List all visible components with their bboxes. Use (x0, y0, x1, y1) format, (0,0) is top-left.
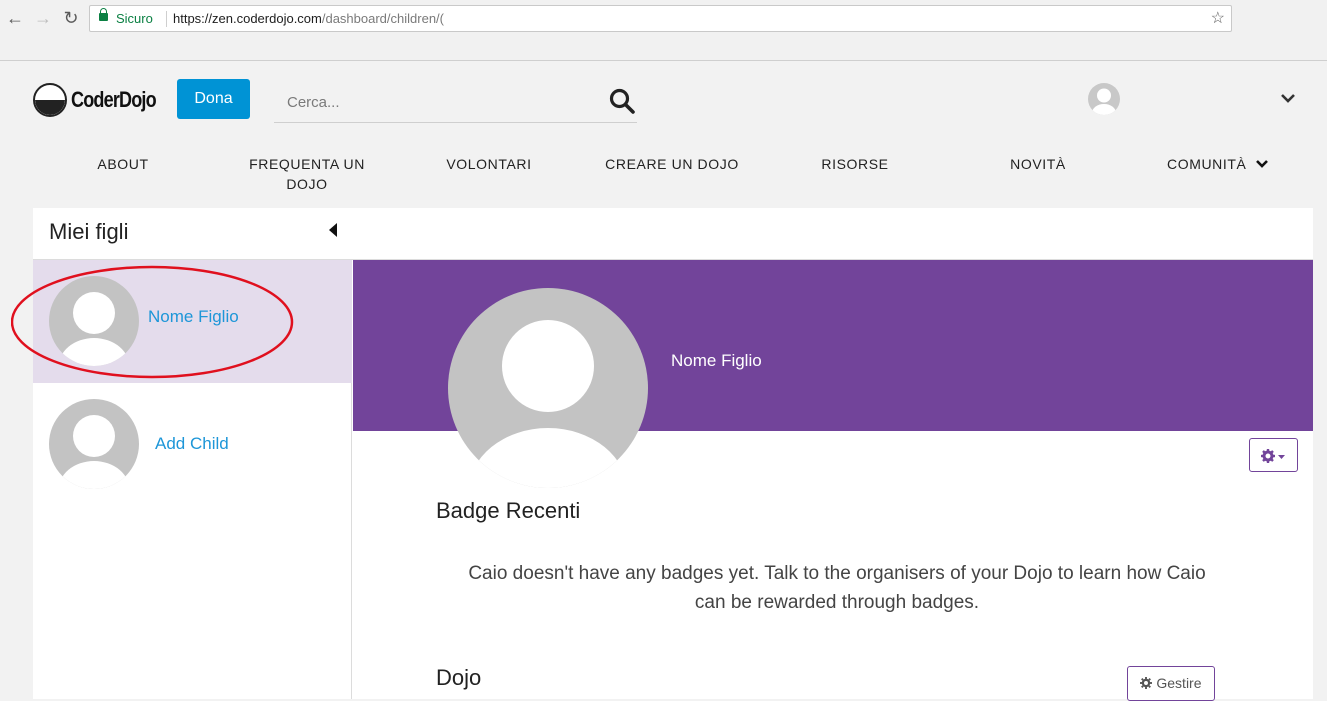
logo-text: CoderDojo (71, 87, 157, 112)
nav-item-frequenta[interactable]: FREQUENTA UN DOJO (245, 154, 369, 194)
children-sidebar: Nome Figlio Add Child (11, 260, 352, 699)
lock-icon (99, 8, 108, 21)
user-silhouette-icon (58, 415, 130, 489)
child-name-link[interactable]: Nome Figlio (148, 307, 239, 327)
profile-name: Nome Figlio (671, 351, 762, 370)
manage-dojo-label: Gestire (1156, 675, 1202, 691)
add-child-avatar[interactable] (49, 399, 139, 489)
dashboard-content: Miei figli Nome Figlio Add Child Nome Fi… (11, 208, 1313, 701)
nav-item-about[interactable]: ABOUT (85, 154, 161, 174)
user-avatar[interactable] (1088, 83, 1120, 115)
search-bar (274, 84, 637, 123)
reload-icon[interactable]: ↻ (60, 7, 82, 29)
add-child-link[interactable]: Add Child (155, 434, 229, 454)
badges-title: Badge Recenti (436, 498, 581, 523)
sidebar-title: Miei figli (49, 219, 129, 244)
nav-item-comunita[interactable]: COMUNITÀ (1167, 154, 1271, 174)
secure-label: Sicuro (116, 11, 153, 26)
chevron-down-icon (1256, 160, 1268, 168)
nav-item-novita[interactable]: NOVITÀ (995, 154, 1081, 174)
nav-item-creare[interactable]: CREARE UN DOJO (599, 154, 745, 174)
child-avatar[interactable] (49, 276, 139, 366)
donate-button[interactable]: Dona (177, 79, 250, 119)
browser-toolbar: ← → ↻ Sicuro https://zen.coderdojo.com/d… (0, 0, 1327, 61)
search-input[interactable] (274, 84, 594, 120)
user-silhouette-icon (468, 320, 628, 488)
nav-item-volontari[interactable]: VOLONTARI (435, 154, 543, 174)
user-silhouette-icon (1092, 88, 1116, 115)
address-bar[interactable]: Sicuro https://zen.coderdojo.com/dashboa… (89, 5, 1232, 32)
nav-item-risorse[interactable]: RISORSE (809, 154, 901, 174)
children-header: Miei figli (33, 208, 1313, 260)
gear-icon (1140, 677, 1153, 689)
add-child-item[interactable]: Add Child (33, 383, 352, 506)
coderdojo-logo[interactable]: CoderDojo (33, 82, 174, 118)
bookmark-star-icon[interactable]: ☆ (1211, 8, 1225, 28)
logo-yin-yang-icon (33, 83, 67, 117)
url-text[interactable]: https://zen.coderdojo.com/dashboard/chil… (173, 11, 473, 26)
search-icon[interactable] (609, 88, 635, 114)
chevron-down-icon[interactable] (1280, 92, 1296, 104)
profile-avatar (448, 288, 648, 488)
url-main: https://zen.coderdojo.com (173, 11, 322, 26)
nav-item-comunita-label: COMUNITÀ (1167, 156, 1247, 172)
settings-dropdown-button[interactable] (1249, 438, 1298, 472)
back-icon[interactable]: ← (4, 7, 26, 29)
site-header: CoderDojo Dona (0, 62, 1327, 138)
manage-dojo-button[interactable]: Gestire (1127, 666, 1215, 701)
address-separator (166, 11, 167, 27)
main-nav: ABOUT FREQUENTA UN DOJO VOLONTARI CREARE… (33, 138, 1313, 208)
gear-icon (1261, 449, 1285, 463)
user-silhouette-icon (58, 292, 130, 366)
badges-empty-message: Caio doesn't have any badges yet. Talk t… (468, 563, 1206, 613)
collapse-sidebar-icon[interactable] (329, 223, 337, 237)
forward-icon[interactable]: → (32, 7, 54, 29)
dojo-title: Dojo (436, 665, 482, 690)
url-path: /dashboard/children/( (321, 11, 444, 26)
child-list-item-active[interactable]: Nome Figlio (33, 260, 352, 383)
